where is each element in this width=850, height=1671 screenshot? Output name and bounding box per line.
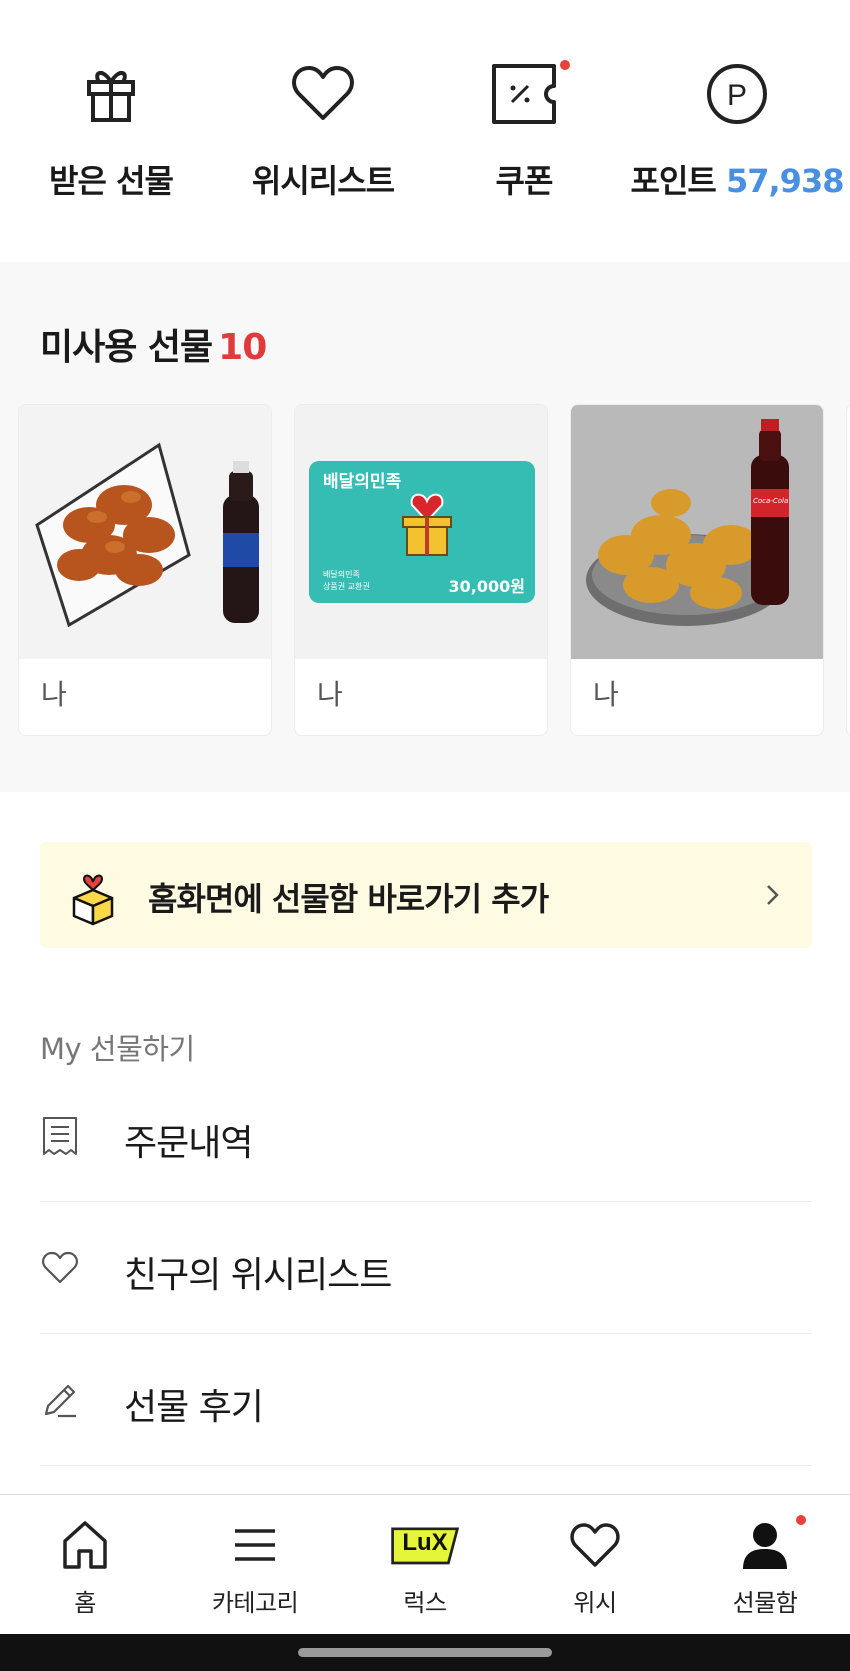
nav-label: 위시 — [573, 1589, 617, 1617]
nav-label: 카테고리 — [211, 1589, 299, 1617]
gift-card-peek[interactable] — [846, 404, 850, 736]
quick-wishlist[interactable]: 위시리스트 — [222, 0, 424, 262]
giftcard-small-1: 배달의민족 — [323, 570, 360, 579]
gift-from: 나 — [41, 678, 67, 711]
chicken-basket-illustration — [19, 405, 271, 659]
menu-label: 친구의 위시리스트 — [124, 1255, 392, 1296]
quick-label-coupon: 쿠폰 — [495, 162, 554, 200]
pencil-icon — [44, 1384, 76, 1418]
lux-icon-text: LuX — [402, 1529, 448, 1556]
nav-lux[interactable]: LuX 럭스 — [340, 1495, 510, 1635]
gift-card[interactable]: 배달의민족 배달의민족 상품권 교환권 30,000원 나 — [294, 404, 548, 736]
nav-label: 럭스 — [403, 1589, 447, 1617]
unused-count: 10 — [218, 327, 267, 368]
my-gift-section-label: My 선물하기 — [40, 1032, 195, 1066]
gift-card[interactable]: 나 — [18, 404, 272, 736]
points-label: 포인트 — [630, 162, 717, 200]
heart-icon — [570, 1523, 620, 1567]
menu-friend-wishlist[interactable]: 친구의 위시리스트 — [40, 1202, 812, 1334]
giftcard-small-2: 상품권 교환권 — [323, 582, 370, 591]
quick-label-received: 받은 선물 — [49, 162, 174, 200]
menu-order-history[interactable]: 주문내역 — [40, 1070, 812, 1202]
coca-cola-label: Coca-Cola — [753, 497, 789, 505]
gift-card-list: 나 배달의민족 배달의민족 상품권 교환권 30,000원 나 Coca-Col… — [18, 404, 850, 736]
quick-received-gifts[interactable]: 받은 선물 — [0, 0, 222, 262]
gift-from: 나 — [593, 678, 619, 711]
my-gift-menu: 주문내역 친구의 위시리스트 선물 후기 — [40, 1070, 812, 1466]
quick-coupon[interactable]: 쿠폰 — [424, 0, 624, 262]
home-icon — [63, 1521, 107, 1569]
unused-gifts-title: 미사용 선물 10 — [40, 318, 267, 370]
gift-image-chicken — [19, 405, 271, 659]
chevron-right-icon — [767, 885, 779, 905]
nav-giftbox[interactable]: 선물함 — [680, 1495, 850, 1635]
home-gesture-handle[interactable] — [298, 1648, 552, 1657]
person-icon — [743, 1523, 787, 1569]
new-dot — [796, 1515, 806, 1525]
menu-icon — [235, 1529, 275, 1561]
gift-card[interactable]: Coca-Cola 나 — [570, 404, 824, 736]
crispy-chicken-illustration — [571, 405, 823, 659]
unused-title-text: 미사용 선물 — [40, 327, 213, 368]
point-icon: P — [707, 64, 767, 124]
menu-label: 주문내역 — [124, 1123, 253, 1164]
banner-label: 홈화면에 선물함 바로가기 추가 — [148, 880, 549, 918]
nav-label: 홈 — [74, 1589, 96, 1617]
svg-text:P: P — [727, 79, 747, 112]
system-nav-bar — [0, 1634, 850, 1671]
receipt-icon — [43, 1117, 77, 1155]
menu-gift-reviews[interactable]: 선물 후기 — [40, 1334, 812, 1466]
menu-label: 선물 후기 — [124, 1387, 264, 1428]
quick-label-wishlist: 위시리스트 — [251, 162, 395, 200]
coupon-icon — [492, 64, 556, 124]
nav-wish[interactable]: 위시 — [510, 1495, 680, 1635]
quick-menu: 받은 선물 위시리스트 쿠폰 P 포인트 57,938 — [0, 0, 850, 262]
unused-gifts-section: 미사용 선물 10 나 배달의민족 배달의민족 상품권 교환권 30,000원 … — [0, 262, 850, 792]
nav-label: 선물함 — [732, 1589, 798, 1617]
nav-category[interactable]: 카테고리 — [170, 1495, 340, 1635]
heart-outline-icon — [42, 1251, 78, 1284]
giftcard-brand: 배달의민족 — [323, 472, 402, 492]
heart-icon — [292, 66, 354, 120]
gift-box-heart-icon — [72, 874, 114, 926]
gift-image-crispy-chicken: Coca-Cola — [571, 405, 823, 659]
home-shortcut-banner[interactable]: 홈화면에 선물함 바로가기 추가 — [40, 842, 812, 948]
bottom-nav: 홈 카테고리 LuX 럭스 위시 선물함 — [0, 1494, 850, 1634]
giftcard-amount: 30,000원 — [448, 577, 525, 596]
quick-label-points: 포인트 57,938 — [624, 156, 850, 202]
nav-home[interactable]: 홈 — [0, 1495, 170, 1635]
quick-points[interactable]: P 포인트 57,938 — [624, 0, 850, 262]
giftcard-illustration — [295, 405, 547, 659]
gift-icon — [87, 71, 135, 122]
new-dot — [560, 60, 570, 70]
gift-image-giftcard: 배달의민족 배달의민족 상품권 교환권 30,000원 — [295, 405, 547, 659]
points-value: 57,938 — [725, 162, 844, 200]
gift-from: 나 — [317, 678, 343, 711]
